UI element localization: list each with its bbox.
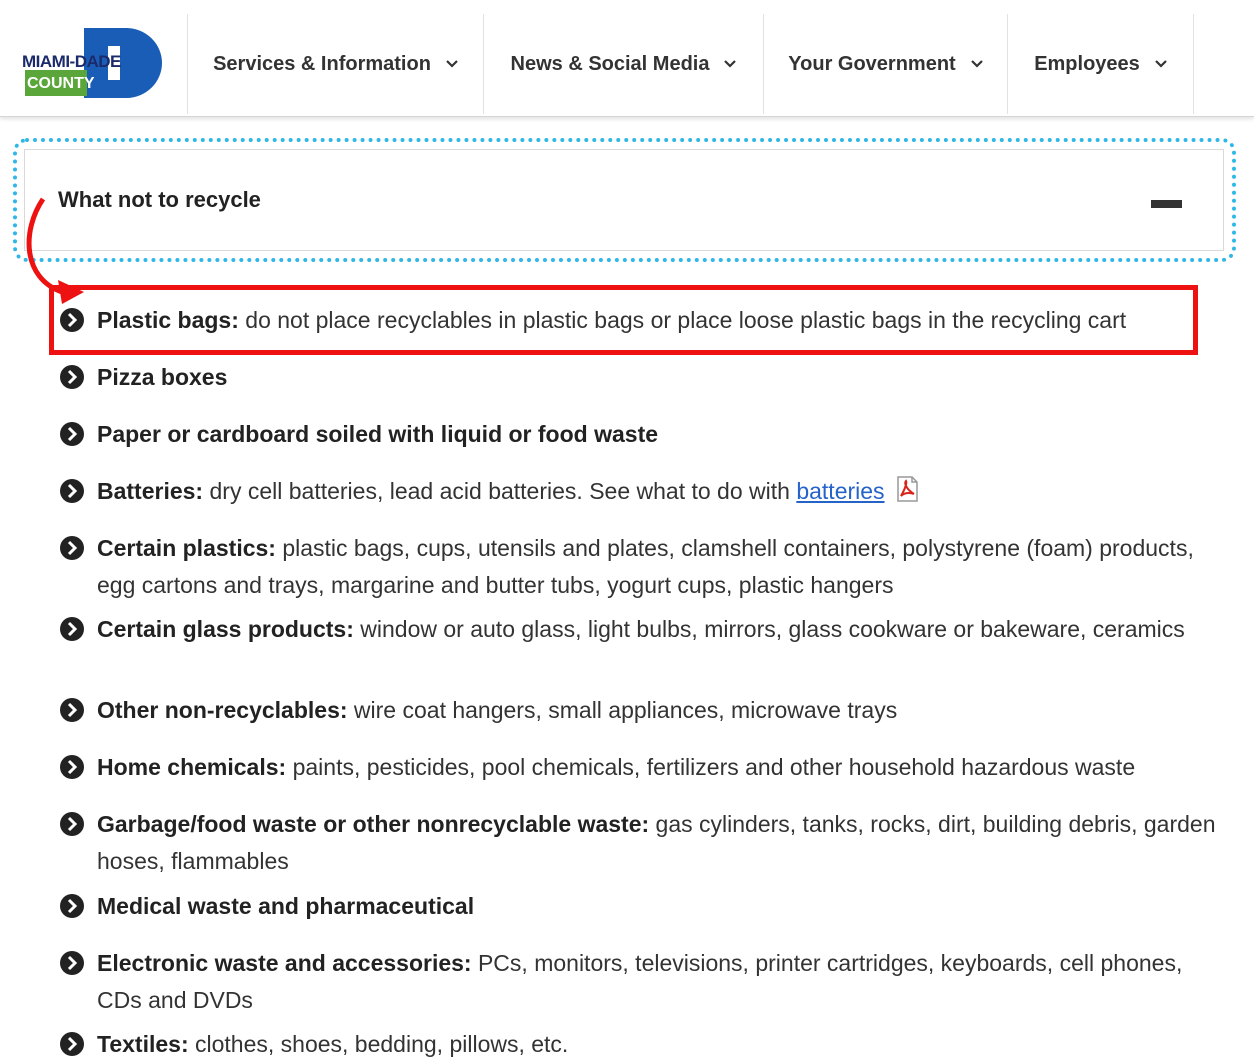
nav-label: Your Government — [788, 52, 956, 75]
item-label: Garbage/food waste or other nonrecyclabl… — [97, 811, 650, 837]
item-label: Batteries: — [97, 478, 204, 504]
item-text: clothes, shoes, bedding, pillows, etc. — [188, 1031, 569, 1057]
nav-employees[interactable]: Employees — [1007, 14, 1194, 114]
list-item: Certain glass products: window or auto g… — [58, 611, 1228, 648]
chevron-circle-right-icon — [60, 812, 84, 836]
pdf-icon[interactable] — [893, 475, 921, 503]
chevron-down-icon — [970, 60, 983, 68]
chevron-circle-right-icon — [60, 755, 84, 779]
chevron-circle-right-icon — [60, 894, 84, 918]
item-label: Textiles: — [97, 1031, 189, 1057]
site-header: MIAMI-DADE COUNTY Services & Information… — [0, 0, 1254, 117]
chevron-circle-right-icon — [60, 365, 84, 389]
item-label: Other non-recyclables: — [97, 697, 348, 723]
nav-label: News & Social Media — [510, 52, 710, 75]
item-text: dry cell batteries, lead acid batteries.… — [203, 478, 797, 504]
logo-text-top: MIAMI-DADE — [22, 52, 121, 71]
item-label: Electronic waste and accessories: — [97, 950, 472, 976]
list-item: Textiles: clothes, shoes, bedding, pillo… — [58, 1026, 1228, 1063]
accordion-what-not-to-recycle[interactable]: What not to recycle — [24, 149, 1224, 251]
chevron-circle-right-icon — [60, 479, 84, 503]
item-text: paints, pesticides, pool chemicals, fert… — [286, 754, 1136, 780]
list-item: Batteries: dry cell batteries, lead acid… — [58, 473, 1228, 510]
list-item: Home chemicals: paints, pesticides, pool… — [58, 749, 1228, 786]
list-item: Medical waste and pharmaceutical — [58, 888, 1228, 925]
logo-text-bottom: COUNTY — [27, 75, 95, 92]
item-label: Medical waste and pharmaceutical — [97, 893, 475, 919]
item-label: Paper or cardboard soiled with liquid or… — [97, 421, 659, 447]
accordion-title: What not to recycle — [58, 187, 261, 212]
list-item: Paper or cardboard soiled with liquid or… — [58, 416, 1228, 453]
nav-divider — [1193, 14, 1194, 114]
item-text: do not place recyclables in plastic bags… — [238, 307, 1127, 333]
list-item: Garbage/food waste or other nonrecyclabl… — [58, 806, 1228, 880]
chevron-circle-right-icon — [60, 1032, 84, 1056]
item-label: Home chemicals: — [97, 754, 287, 780]
item-label: Pizza boxes — [97, 364, 228, 390]
item-text: window or auto glass, light bulbs, mirro… — [353, 616, 1185, 642]
list-item: Electronic waste and accessories: PCs, m… — [58, 945, 1228, 1019]
chevron-circle-right-icon — [60, 951, 84, 975]
chevron-down-icon — [724, 60, 737, 68]
chevron-down-icon — [1155, 60, 1167, 68]
batteries-link[interactable]: batteries — [796, 478, 884, 504]
chevron-circle-right-icon — [60, 308, 84, 332]
chevron-circle-right-icon — [60, 536, 84, 560]
chevron-circle-right-icon — [60, 617, 84, 641]
item-label: Certain glass products: — [97, 616, 354, 642]
list-item: Plastic bags: do not place recyclables i… — [58, 302, 1228, 339]
nav-your-government[interactable]: Your Government — [763, 14, 1008, 114]
list-item: Certain plastics: plastic bags, cups, ut… — [58, 530, 1228, 604]
chevron-circle-right-icon — [60, 422, 84, 446]
item-label: Certain plastics: — [97, 535, 276, 561]
chevron-down-icon — [446, 60, 458, 68]
nav-label: Employees — [1034, 52, 1140, 75]
item-text: wire coat hangers, small appliances, mic… — [347, 697, 898, 723]
county-logo[interactable]: MIAMI-DADE COUNTY — [22, 28, 164, 98]
minus-icon[interactable] — [1151, 200, 1182, 208]
chevron-circle-right-icon — [60, 698, 84, 722]
list-item: Pizza boxes — [58, 359, 1228, 396]
nav-label: Services & Information — [213, 52, 431, 75]
list-item: Other non-recyclables: wire coat hangers… — [58, 692, 1228, 729]
nav-services-information[interactable]: Services & Information — [187, 14, 484, 114]
item-label: Plastic bags: — [97, 307, 239, 333]
nav-news-social-media[interactable]: News & Social Media — [483, 14, 764, 114]
